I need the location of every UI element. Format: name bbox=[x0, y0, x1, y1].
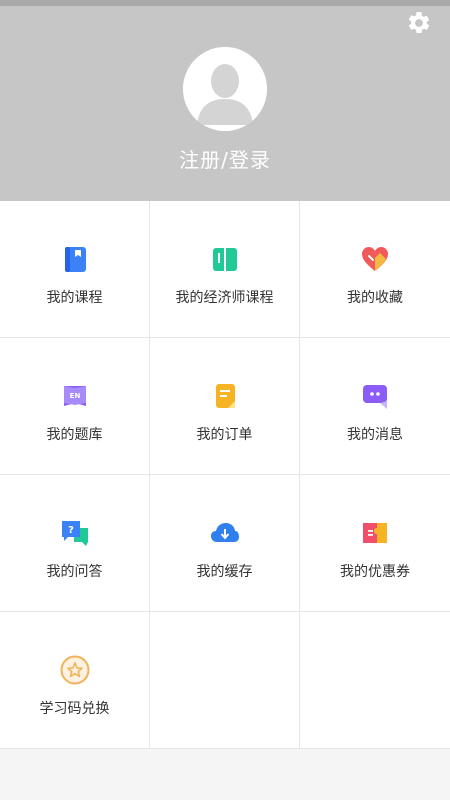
menu-item-label: 我的消息 bbox=[347, 427, 403, 443]
empty-cell bbox=[150, 612, 300, 749]
svg-text:EN: EN bbox=[69, 392, 80, 400]
menu-item-label: 学习码兑换 bbox=[39, 701, 110, 717]
cloud-download-icon bbox=[210, 518, 240, 548]
menu-item-label: 我的题库 bbox=[46, 427, 103, 443]
gear-icon bbox=[406, 10, 432, 40]
avatar[interactable] bbox=[183, 47, 267, 131]
heart-icon bbox=[360, 244, 390, 274]
menu-item-my-qa[interactable]: ? 我的问答 bbox=[0, 475, 150, 612]
menu-item-my-economist-courses[interactable]: 我的经济师课程 bbox=[150, 201, 300, 338]
menu-item-label: 我的问答 bbox=[46, 564, 103, 580]
order-icon bbox=[210, 381, 240, 411]
svg-text:?: ? bbox=[68, 525, 74, 536]
menu-item-my-cache[interactable]: 我的缓存 bbox=[150, 475, 300, 612]
settings-button[interactable] bbox=[404, 10, 434, 40]
menu-grid: 我的课程 我的经济师课程 我的收藏 EN 我的题库 我的订单 我的消息 ? 我的… bbox=[0, 201, 450, 749]
coupon-icon bbox=[360, 518, 390, 548]
login-register-link[interactable]: 注册/登录 bbox=[0, 144, 450, 173]
menu-item-label: 我的优惠券 bbox=[340, 564, 410, 580]
profile-header: 注册/登录 bbox=[0, 6, 450, 201]
page-background bbox=[0, 749, 450, 800]
user-avatar-icon bbox=[183, 47, 267, 131]
menu-item-my-courses[interactable]: 我的课程 bbox=[0, 201, 150, 338]
menu-item-label: 我的缓存 bbox=[196, 564, 253, 580]
message-icon bbox=[360, 381, 390, 411]
question-bank-icon: EN bbox=[60, 381, 90, 411]
menu-item-my-messages[interactable]: 我的消息 bbox=[300, 338, 450, 475]
menu-item-label: 我的订单 bbox=[196, 427, 253, 443]
menu-item-label: 我的收藏 bbox=[347, 290, 403, 306]
menu-item-my-orders[interactable]: 我的订单 bbox=[150, 338, 300, 475]
menu-item-my-question-bank[interactable]: EN 我的题库 bbox=[0, 338, 150, 475]
menu-item-label: 我的课程 bbox=[46, 290, 103, 306]
menu-item-study-code-redeem[interactable]: 学习码兑换 bbox=[0, 612, 150, 749]
book-icon bbox=[60, 244, 90, 274]
qa-icon: ? bbox=[60, 518, 90, 548]
empty-cell bbox=[300, 612, 450, 749]
open-book-icon bbox=[210, 244, 240, 274]
menu-item-my-coupons[interactable]: 我的优惠券 bbox=[300, 475, 450, 612]
star-badge-icon bbox=[60, 655, 90, 685]
menu-item-label: 我的经济师课程 bbox=[175, 290, 274, 306]
menu-item-my-favorites[interactable]: 我的收藏 bbox=[300, 201, 450, 338]
